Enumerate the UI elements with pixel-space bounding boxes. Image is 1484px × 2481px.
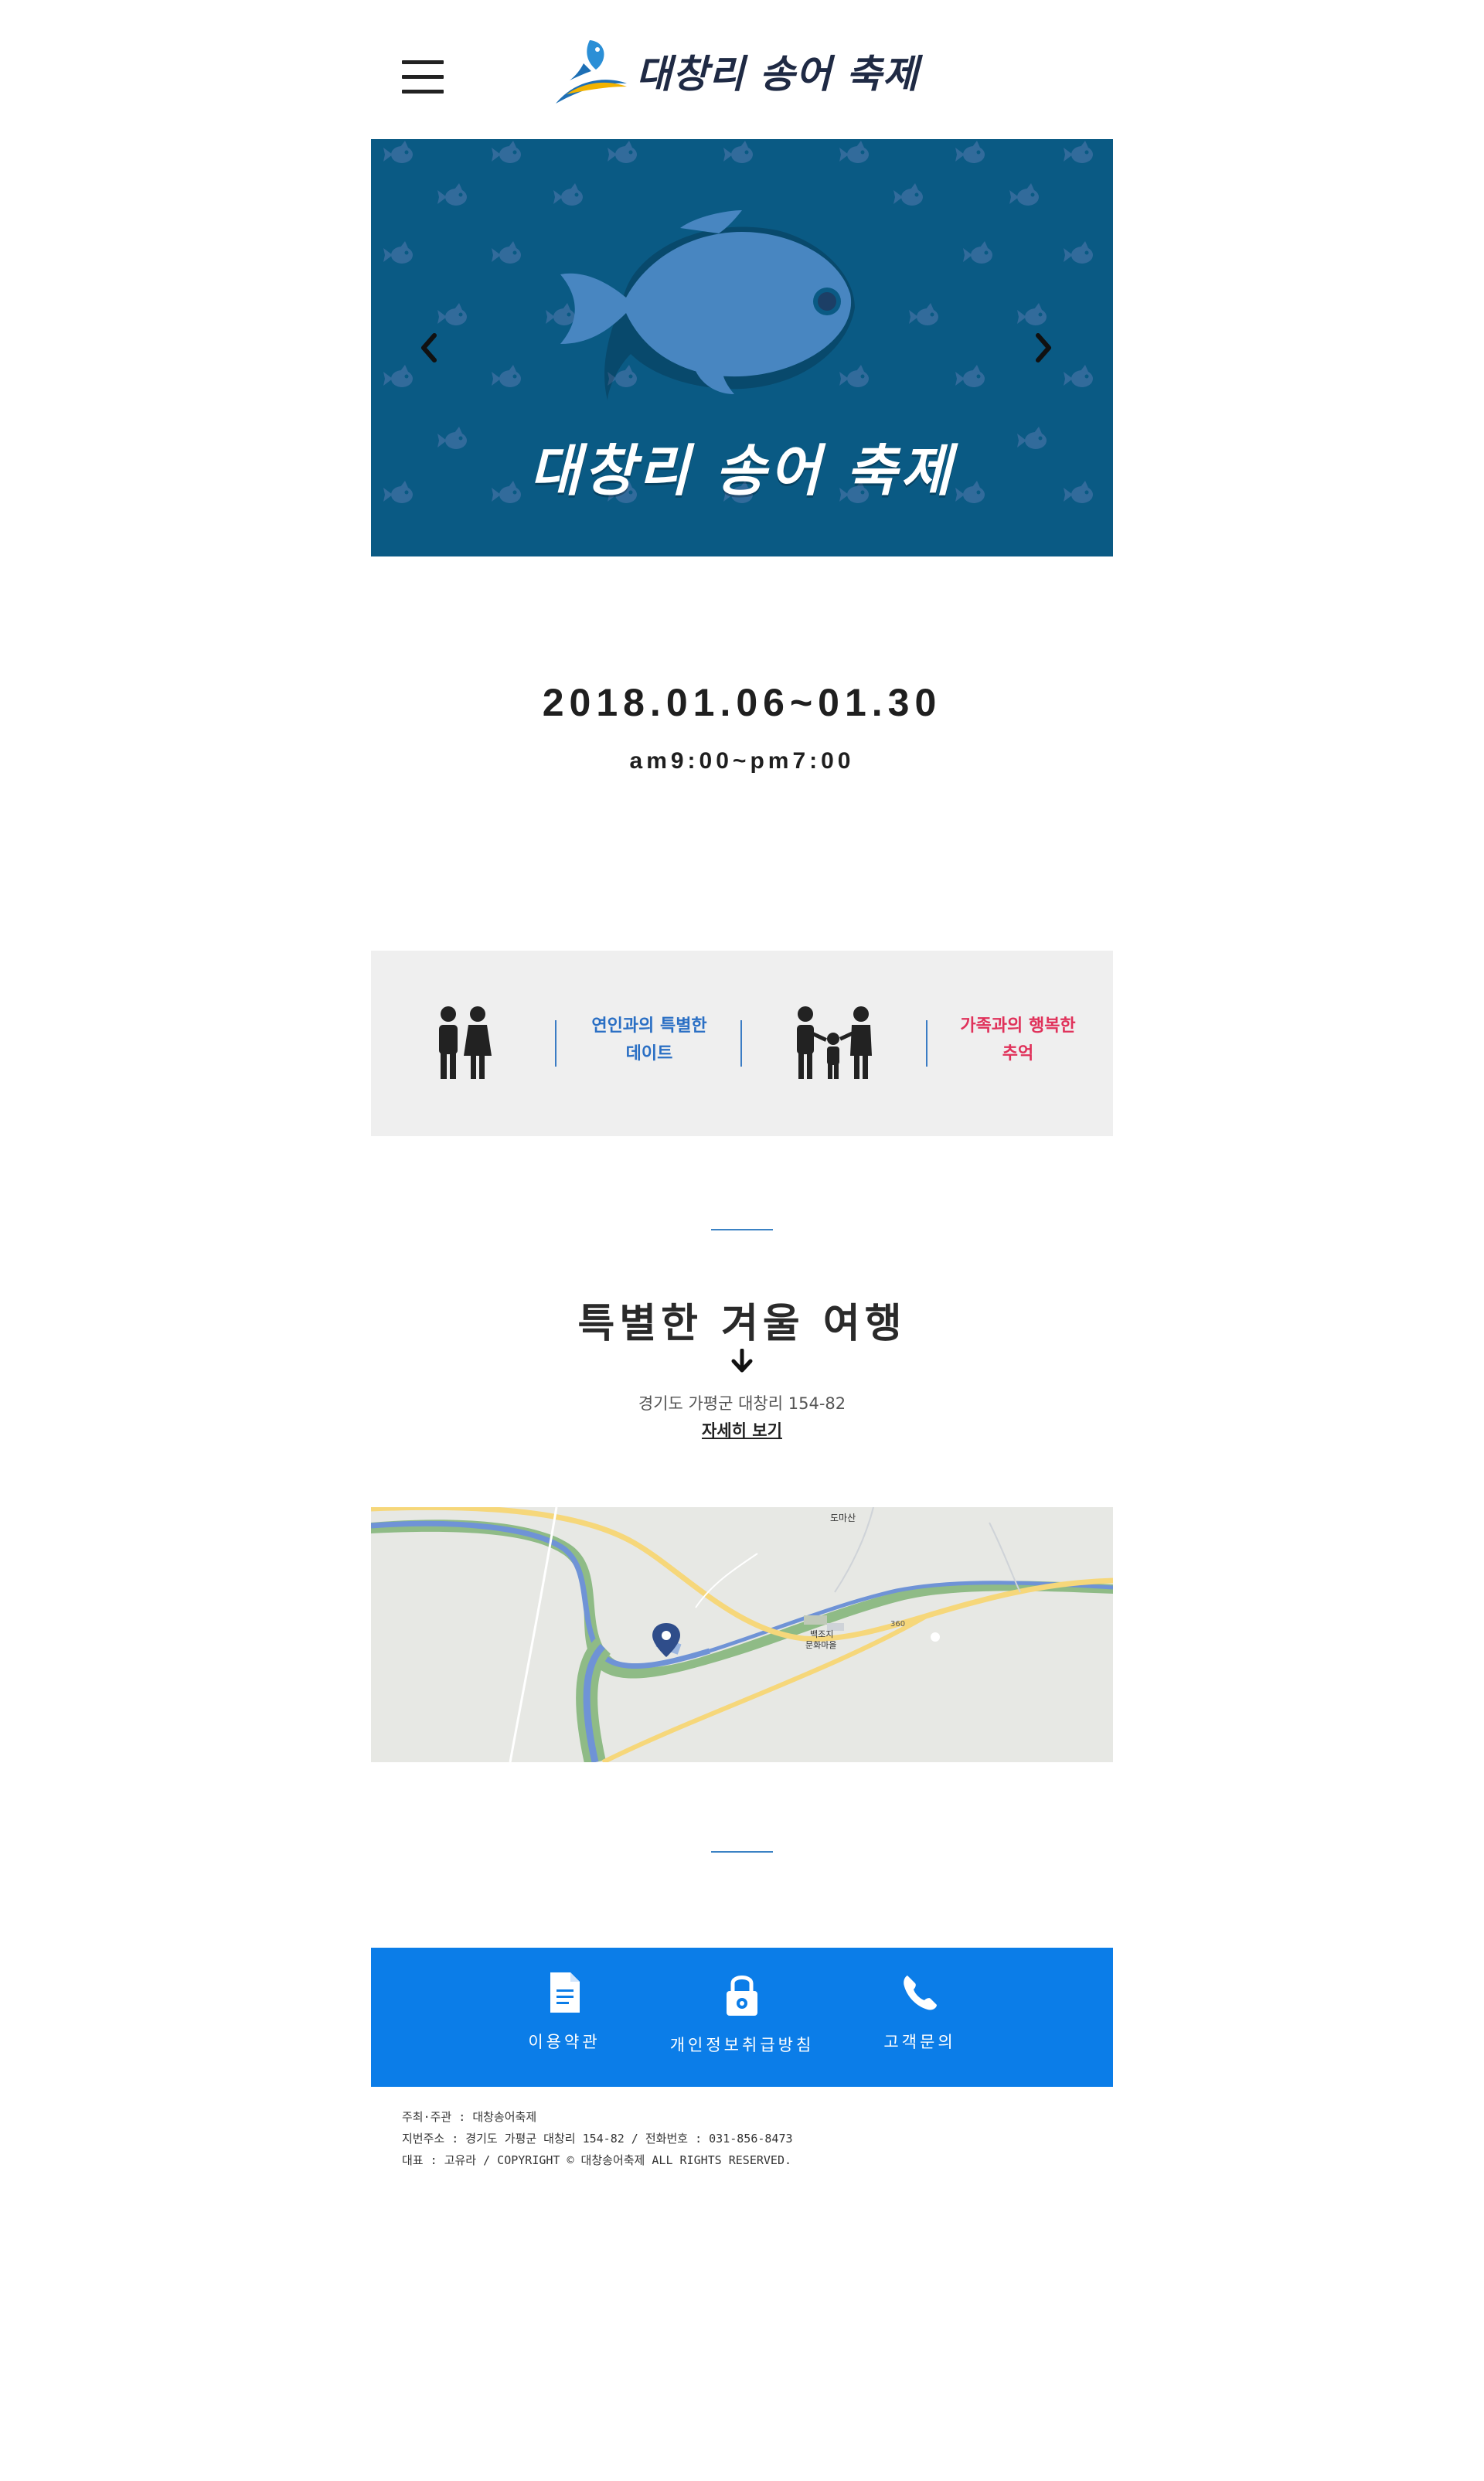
header: 대창리 송어 축제	[371, 0, 1113, 139]
features-bar: 연인과의 특별한 데이트 가족과의 행복한 추억	[371, 951, 1113, 1136]
divider	[926, 1020, 928, 1067]
divider	[740, 1020, 742, 1067]
family-label-line2: 추억	[1002, 1044, 1034, 1064]
privacy-policy-button[interactable]: 개인정보취급방침	[649, 1971, 835, 2056]
bottom-nav: 이용약관 개인정보취급방침 고객문의	[371, 1948, 1113, 2087]
family-icon	[797, 1006, 872, 1079]
site-logo[interactable]: 대창리 송어 축제	[553, 32, 919, 110]
footer: 주최·주관 : 대창송어축제 지번주소 : 경기도 가평군 대창리 154-82…	[371, 2106, 1113, 2176]
map-label-route: 360	[890, 1620, 905, 1628]
customer-inquiry-label: 고객문의	[883, 2033, 956, 2051]
event-date-range: 2018.01.06~01.30	[542, 681, 942, 724]
phone-icon	[904, 1976, 937, 2010]
hamburger-menu-icon[interactable]	[402, 60, 444, 94]
lock-icon	[727, 1976, 757, 2016]
terms-button[interactable]: 이용약관	[471, 1971, 657, 2053]
divider	[555, 1020, 556, 1067]
family-label: 가족과의 행복한 추억	[933, 1012, 1103, 1068]
footer-copyright: 대표 : 고유라 / COPYRIGHT © 대창송어축제 ALL RIGHTS…	[402, 2153, 792, 2167]
document-icon	[550, 1972, 580, 2013]
section-divider-wrap	[371, 1851, 1113, 1853]
arrow-down-icon	[731, 1349, 753, 1373]
couple-label-line1: 연인과의 특별한	[591, 1016, 707, 1036]
map-label-place-1: 백조지	[810, 1629, 833, 1639]
terms-label: 이용약관	[528, 2033, 601, 2051]
section-divider	[711, 1851, 773, 1853]
chevron-left-icon[interactable]	[414, 325, 444, 371]
hero-title: 대창리 송어 축제	[529, 438, 955, 503]
couple-label: 연인과의 특별한 데이트	[564, 1012, 734, 1068]
family-label-line1: 가족과의 행복한	[960, 1016, 1076, 1036]
logo-text: 대창리 송어 축제	[636, 52, 919, 97]
map-label-place-2: 문화마을	[805, 1640, 836, 1650]
section-divider	[711, 1229, 773, 1230]
page: 대창리 송어 축제 대창리 송어 축제 2018.01.06~01.30 am9…	[0, 0, 1484, 2481]
logo-fish-icon	[556, 40, 627, 104]
detail-link[interactable]: 자세히 보기	[702, 1421, 782, 1440]
large-fish-icon	[560, 210, 855, 400]
footer-address: 지번주소 : 경기도 가평군 대창리 154-82 / 전화번호 : 031-8…	[402, 2132, 793, 2146]
event-schedule: 2018.01.06~01.30 am9:00~pm7:00	[371, 680, 1113, 804]
location-map[interactable]: 도마산 백조지 문화마을 360	[371, 1507, 1113, 1762]
chevron-right-icon[interactable]	[1028, 325, 1059, 371]
travel-title: 특별한 겨울 여행	[577, 1301, 907, 1347]
privacy-policy-label: 개인정보취급방침	[669, 2036, 815, 2054]
event-time-range: am9:00~pm7:00	[629, 748, 855, 774]
couple-icon	[439, 1006, 492, 1079]
map-label-mountain: 도마산	[830, 1513, 856, 1523]
travel-address: 경기도 가평군 대창리 154-82	[638, 1394, 846, 1413]
footer-organizer: 주최·주관 : 대창송어축제	[402, 2110, 537, 2124]
travel-section: 특별한 겨울 여행 경기도 가평군 대창리 154-82 자세히 보기	[371, 1229, 1113, 1461]
hero-slider: 대창리 송어 축제	[371, 139, 1113, 556]
map-graphic: 도마산 백조지 문화마을 360	[371, 1507, 1113, 1762]
detail-link-wrap: 자세히 보기	[371, 1418, 1113, 1441]
customer-inquiry-button[interactable]: 고객문의	[827, 1971, 1013, 2053]
couple-label-line2: 데이트	[625, 1044, 673, 1064]
